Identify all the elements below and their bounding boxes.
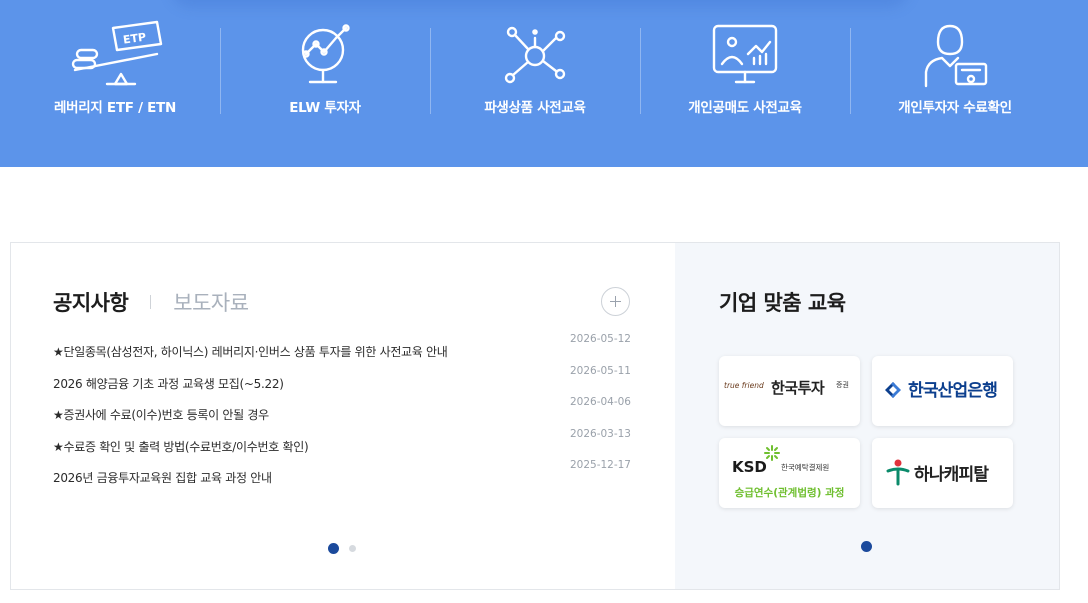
- plus-icon[interactable]: [601, 287, 630, 316]
- logo-name: 한국예탁결제원: [781, 463, 830, 472]
- pager-dot-active[interactable]: [861, 541, 872, 552]
- pager-dot-active[interactable]: [328, 543, 339, 554]
- monitor-chart-icon: [712, 24, 778, 84]
- notice-date: 2026-03-13: [569, 427, 631, 440]
- tab-press-release[interactable]: 보도자료: [173, 287, 249, 317]
- menu-label: 개인공매도 사전교육: [688, 100, 802, 116]
- menu-label: 개인투자자 수료확인: [898, 100, 1012, 116]
- corporate-pager: [861, 541, 872, 552]
- menu-item-elw-investor[interactable]: ELW 투자자: [220, 14, 430, 124]
- etp-scale-icon: ETP: [71, 20, 163, 86]
- logo-name: 한국투자: [771, 379, 825, 397]
- logo-name: 하나캐피탈: [914, 465, 989, 485]
- notice-title[interactable]: 2026년 금융투자교육원 집합 교육 과정 안내: [53, 469, 272, 486]
- tab-separator: [150, 295, 152, 309]
- logo-course: 승급연수(관계법령) 과정: [734, 487, 845, 499]
- list-item[interactable]: 2026 해양금융 기초 과정 교육생 모집(~5.22) 2026-05-11: [53, 364, 631, 399]
- notice-pager: [328, 543, 356, 554]
- list-item[interactable]: 2026년 금융투자교육원 집합 교육 과정 안내 2025-12-17: [53, 459, 631, 493]
- notice-title[interactable]: ★수료증 확인 및 출력 방법(수료번호/이수번호 확인): [53, 438, 309, 455]
- notice-tabs: 공지사항 보도자료: [53, 287, 249, 317]
- hana-emblem-icon: [886, 459, 910, 486]
- content-panel: 공지사항 보도자료 ★단일종목(삼성전자, 하이닉스) 레버리지·인버스 상품 …: [10, 242, 1060, 590]
- menu-item-short-selling-pre-education[interactable]: 개인공매도 사전교육: [640, 14, 850, 124]
- person-certificate-icon: [924, 24, 988, 88]
- list-item[interactable]: ★단일종목(삼성전자, 하이닉스) 레버리지·인버스 상품 투자를 위한 사전교…: [53, 333, 631, 367]
- notice-list: ★단일종목(삼성전자, 하이닉스) 레버리지·인버스 상품 투자를 위한 사전교…: [53, 333, 631, 493]
- pager-dot[interactable]: [349, 545, 356, 552]
- list-item[interactable]: ★수료증 확인 및 출력 방법(수료번호/이수번호 확인) 2026-03-13: [53, 427, 631, 462]
- logo-name: 한국산업은행: [908, 381, 998, 401]
- menu-label: 파생상품 사전교육: [484, 100, 586, 116]
- menu-item-derivatives-pre-education[interactable]: 파생상품 사전교육: [430, 14, 640, 124]
- top-menu: ETP 레버리지 ETF / ETN ELW 투자자 파생상품 사전교육 개인공…: [0, 0, 1088, 167]
- notice-date: 2026-05-11: [569, 364, 631, 377]
- list-item[interactable]: ★증권사에 수료(이수)번호 등록이 안될 경우 2026-04-06: [53, 396, 631, 430]
- notice-title[interactable]: ★증권사에 수료(이수)번호 등록이 안될 경우: [53, 406, 269, 423]
- tab-notice[interactable]: 공지사항: [53, 287, 129, 317]
- network-nodes-icon: [504, 26, 566, 84]
- section-title: 기업 맞춤 교육: [719, 291, 846, 315]
- notice-title[interactable]: 2026 해양금융 기초 과정 교육생 모집(~5.22): [53, 375, 284, 392]
- corporate-education-section: 기업 맞춤 교육 true friend 한국투자 증권 한국산업은행 KSD: [675, 243, 1059, 589]
- svg-text:ETP: ETP: [122, 31, 147, 47]
- notice-date: 2025-12-17: [569, 459, 631, 471]
- logo-kdb[interactable]: 한국산업은행: [872, 356, 1013, 426]
- logo-suffix: 증권: [836, 381, 849, 389]
- notice-section: 공지사항 보도자료 ★단일종목(삼성전자, 하이닉스) 레버리지·인버스 상품 …: [11, 243, 675, 589]
- logo-tagline: true friend: [724, 381, 764, 390]
- chart-magnifier-icon: [301, 24, 350, 84]
- notice-title[interactable]: ★단일종목(삼성전자, 하이닉스) 레버리지·인버스 상품 투자를 위한 사전교…: [53, 343, 448, 360]
- logo-hana-capital[interactable]: 하나캐피탈: [872, 438, 1013, 508]
- menu-label: ELW 투자자: [289, 100, 361, 116]
- menu-item-completion-check[interactable]: 개인투자자 수료확인: [850, 14, 1060, 124]
- logo-ksd[interactable]: KSD 한국예탁결제원 승급연수(관계법령) 과정: [719, 438, 860, 508]
- kdb-emblem-icon: [885, 382, 901, 398]
- menu-label: 레버리지 ETF / ETN: [54, 100, 176, 116]
- logo-korea-investment[interactable]: true friend 한국투자 증권: [719, 356, 860, 426]
- notice-date: 2026-04-06: [569, 396, 631, 408]
- notice-date: 2026-05-12: [569, 333, 631, 345]
- menu-item-leverage-etf-etn[interactable]: ETP 레버리지 ETF / ETN: [10, 14, 220, 124]
- logo-abbr: KSD: [732, 458, 767, 476]
